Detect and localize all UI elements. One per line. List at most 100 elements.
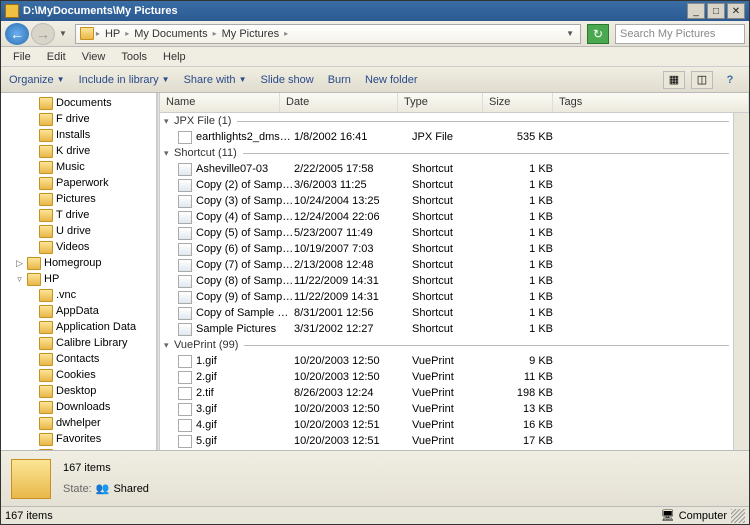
tree-item[interactable]: F drive <box>1 111 156 127</box>
tree-item[interactable]: Cookies <box>1 367 156 383</box>
tree-label: HP <box>44 273 59 285</box>
resize-grip-icon[interactable] <box>731 509 745 523</box>
group-header[interactable]: ▾Shortcut (11) <box>160 145 733 161</box>
expand-icon[interactable]: ▿ <box>15 274 24 285</box>
menu-tools[interactable]: Tools <box>113 49 155 65</box>
file-row[interactable]: 5.gif10/20/2003 12:51VuePrint17 KB <box>160 433 733 449</box>
scrollbar[interactable] <box>733 113 749 450</box>
breadcrumb[interactable]: HP <box>102 28 123 40</box>
file-row[interactable]: Copy (5) of Sample Pi...5/23/2007 11:49S… <box>160 225 733 241</box>
chevron-right-icon[interactable]: ▸ <box>211 29 219 38</box>
file-row[interactable]: Copy (4) of Sample Pi...12/24/2004 22:06… <box>160 209 733 225</box>
chevron-right-icon[interactable]: ▸ <box>282 29 290 38</box>
file-row[interactable]: 1.gif10/20/2003 12:50VuePrint9 KB <box>160 353 733 369</box>
file-row[interactable]: 2.gif10/20/2003 12:50VuePrint11 KB <box>160 369 733 385</box>
minimize-button[interactable]: _ <box>687 3 705 19</box>
tree-item[interactable]: ▷Homegroup <box>1 255 156 271</box>
view-mode-icon[interactable]: ▦ <box>663 71 685 89</box>
organize-button[interactable]: Organize▼ <box>9 74 65 86</box>
tree-item[interactable]: Calibre Library <box>1 335 156 351</box>
file-row[interactable]: Copy (2) of Sample Pi...3/6/2003 11:25Sh… <box>160 177 733 193</box>
tree-item[interactable]: Contacts <box>1 351 156 367</box>
file-row[interactable]: earthlights2_dmsp_bi...1/8/2002 16:41JPX… <box>160 129 733 145</box>
file-row[interactable]: Copy (7) of Sample Pi...2/13/2008 12:48S… <box>160 257 733 273</box>
tree-item[interactable]: Application Data <box>1 319 156 335</box>
share-button[interactable]: Share with▼ <box>184 74 247 86</box>
tree-item[interactable]: AppData <box>1 303 156 319</box>
file-row[interactable]: Asheville07-032/22/2005 17:58Shortcut1 K… <box>160 161 733 177</box>
file-size: 1 KB <box>497 179 553 191</box>
file-row[interactable]: 3.gif10/20/2003 12:50VuePrint13 KB <box>160 401 733 417</box>
tree-item[interactable]: U drive <box>1 223 156 239</box>
file-rows[interactable]: ▾JPX File (1)earthlights2_dmsp_bi...1/8/… <box>160 113 733 450</box>
chevron-right-icon[interactable]: ▸ <box>123 29 131 38</box>
tree-item[interactable]: Favorites <box>1 431 156 447</box>
tree-label: Application Data <box>56 321 136 333</box>
menu-help[interactable]: Help <box>155 49 194 65</box>
forward-button[interactable]: → <box>31 23 55 45</box>
file-row[interactable]: Copy (9) of Sample Pi...11/22/2009 14:31… <box>160 289 733 305</box>
maximize-button[interactable]: □ <box>707 3 725 19</box>
file-row[interactable]: 2.tif8/26/2003 12:24VuePrint198 KB <box>160 385 733 401</box>
file-row[interactable]: Copy (8) of Sample Pi...11/22/2009 14:31… <box>160 273 733 289</box>
col-tags[interactable]: Tags <box>553 93 749 112</box>
file-type: 2/22/2005 17:58 <box>294 163 412 175</box>
tree-item[interactable]: Pictures <box>1 191 156 207</box>
addr-dropdown-icon[interactable]: ▼ <box>566 29 574 38</box>
col-name[interactable]: Name <box>160 93 280 112</box>
tree-item[interactable]: Paperwork <box>1 175 156 191</box>
file-row[interactable]: Copy of Sample Pictures8/31/2001 12:56Sh… <box>160 305 733 321</box>
file-row[interactable]: Copy (3) of Sample Pi...10/24/2004 13:25… <box>160 193 733 209</box>
close-button[interactable]: ✕ <box>727 3 745 19</box>
tree-label: .vnc <box>56 289 76 301</box>
file-row[interactable]: Sample Pictures3/31/2002 12:27Shortcut1 … <box>160 321 733 337</box>
collapse-icon[interactable]: ▾ <box>164 340 174 351</box>
expand-icon[interactable]: ▷ <box>15 258 24 269</box>
group-header[interactable]: ▾VuePrint (99) <box>160 337 733 353</box>
tree-item[interactable]: Downloads <box>1 399 156 415</box>
collapse-icon[interactable]: ▾ <box>164 148 174 159</box>
burn-button[interactable]: Burn <box>328 74 351 86</box>
tree-item[interactable]: .vnc <box>1 287 156 303</box>
tree-item[interactable]: dwhelper <box>1 415 156 431</box>
group-header[interactable]: ▾JPX File (1) <box>160 113 733 129</box>
refresh-button[interactable]: ↻ <box>587 24 609 44</box>
tree-label: Documents <box>56 97 112 109</box>
sc-icon <box>178 307 192 320</box>
folder-icon <box>39 113 53 126</box>
tree-item[interactable]: Installs <box>1 127 156 143</box>
breadcrumb[interactable]: My Documents <box>131 28 210 40</box>
slideshow-button[interactable]: Slide show <box>260 74 313 86</box>
help-icon[interactable]: ? <box>719 71 741 89</box>
file-type: 10/19/2007 7:03 <box>294 243 412 255</box>
file-size: 1 KB <box>497 259 553 271</box>
history-dropdown-icon[interactable]: ▼ <box>59 29 67 38</box>
file-row[interactable]: 4.gif10/20/2003 12:51VuePrint16 KB <box>160 417 733 433</box>
file-type: 2/13/2008 12:48 <box>294 259 412 271</box>
menu-file[interactable]: File <box>5 49 39 65</box>
col-type[interactable]: Type <box>398 93 483 112</box>
tree-item[interactable]: ▿ HP <box>1 271 156 287</box>
preview-pane-icon[interactable]: ◫ <box>691 71 713 89</box>
tree-item[interactable]: K drive <box>1 143 156 159</box>
include-button[interactable]: Include in library▼ <box>79 74 170 86</box>
col-size[interactable]: Size <box>483 93 553 112</box>
tree-item[interactable]: Desktop <box>1 383 156 399</box>
newfolder-button[interactable]: New folder <box>365 74 418 86</box>
nav-tree[interactable]: Documents F driveInstallsK driveMusicPape… <box>1 93 157 450</box>
search-input[interactable]: Search My Pictures <box>615 24 745 44</box>
menu-view[interactable]: View <box>74 49 114 65</box>
tree-item[interactable]: T drive <box>1 207 156 223</box>
collapse-icon[interactable]: ▾ <box>164 116 174 127</box>
back-button[interactable]: ← <box>5 23 29 45</box>
col-date[interactable]: Date <box>280 93 398 112</box>
file-type: 5/23/2007 11:49 <box>294 227 412 239</box>
breadcrumb[interactable]: My Pictures <box>219 28 282 40</box>
file-row[interactable]: Copy (6) of Sample Pi...10/19/2007 7:03S… <box>160 241 733 257</box>
tree-item[interactable]: Music <box>1 159 156 175</box>
tree-item[interactable]: Documents <box>1 95 156 111</box>
address-bar[interactable]: ▸ HP ▸ My Documents ▸ My Pictures ▸ ▼ <box>75 24 581 44</box>
menu-edit[interactable]: Edit <box>39 49 74 65</box>
tree-item[interactable]: Videos <box>1 239 156 255</box>
chevron-right-icon[interactable]: ▸ <box>94 29 102 38</box>
